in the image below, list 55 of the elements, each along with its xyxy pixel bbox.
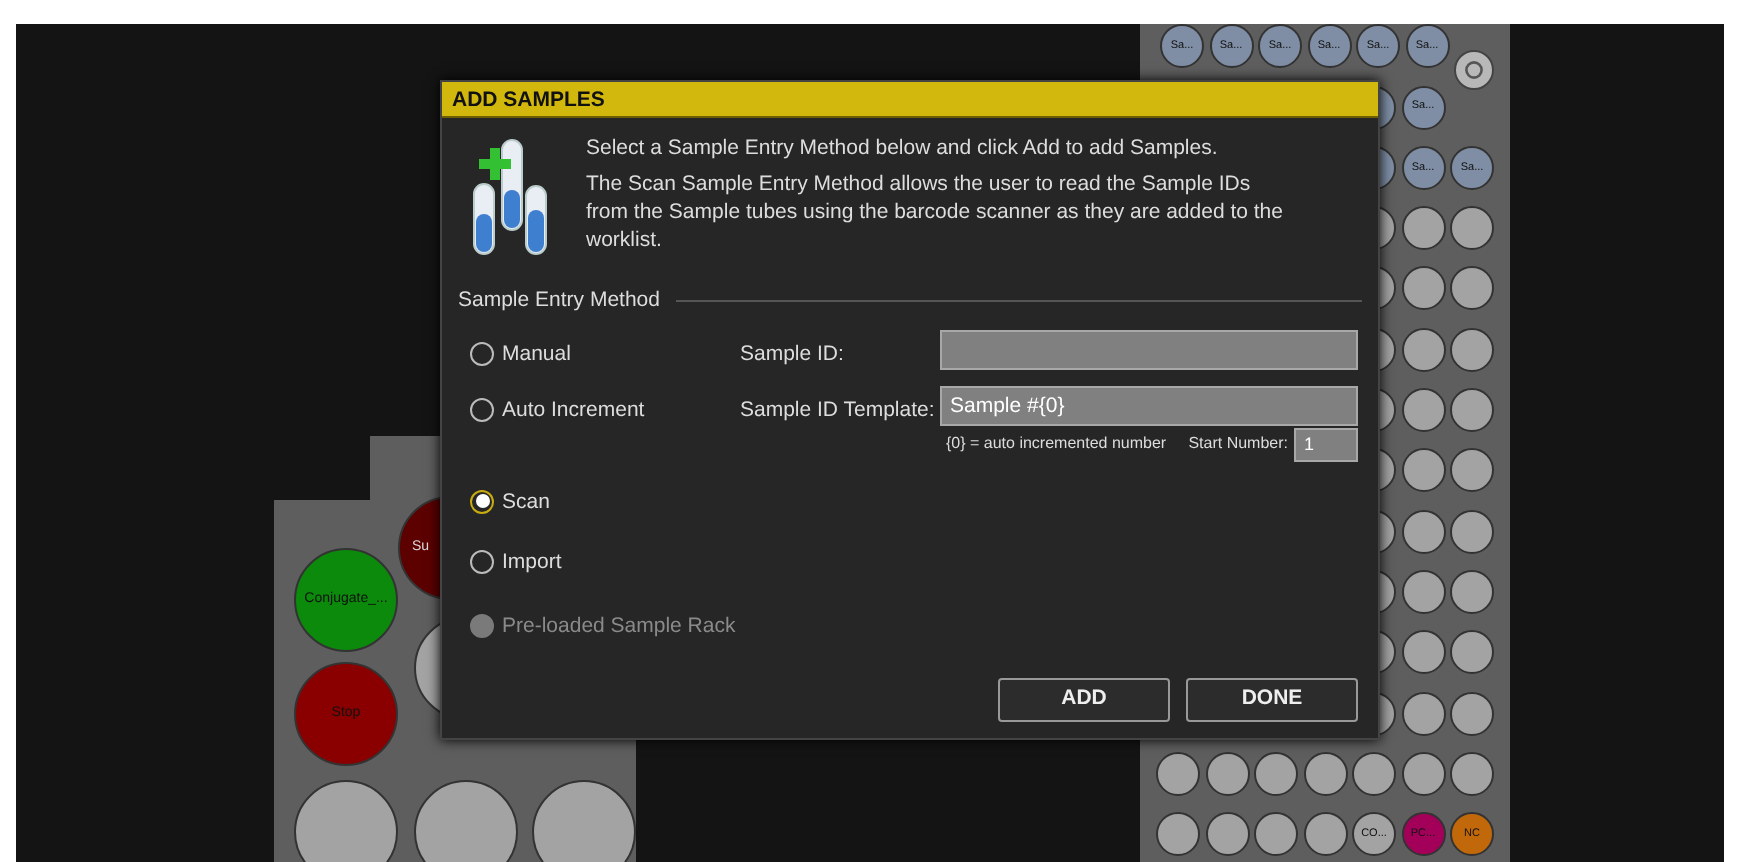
sample-well[interactable] <box>1401 509 1445 554</box>
option-label[interactable]: Auto Increment <box>502 397 645 422</box>
field-label: Start Number: <box>1188 432 1288 457</box>
sample-well[interactable] <box>294 780 398 862</box>
sample-well[interactable] <box>1401 327 1445 372</box>
field-label: Sample ID Template: <box>740 397 935 422</box>
sample-well[interactable] <box>1401 751 1445 796</box>
sample-well[interactable] <box>1401 569 1445 614</box>
sample-well[interactable] <box>1205 751 1249 796</box>
sample-well[interactable] <box>1450 569 1494 614</box>
sample-well[interactable] <box>1450 691 1494 736</box>
sample-well[interactable] <box>1401 388 1445 433</box>
sample-well[interactable] <box>1401 266 1445 311</box>
radio-button[interactable] <box>470 397 494 422</box>
sample-well[interactable] <box>1156 751 1200 796</box>
option-label[interactable]: Import <box>502 549 562 574</box>
sample-well[interactable] <box>1254 812 1298 857</box>
sample-well[interactable] <box>1450 388 1494 433</box>
sample-well[interactable] <box>1156 812 1200 857</box>
sample-well[interactable] <box>1303 751 1347 796</box>
template-field[interactable]: Sample #{0} <box>940 385 1358 426</box>
start-number-field[interactable]: 1 <box>1294 427 1358 462</box>
description-text: The Scan Sample Entry Method allows the user to read the Sample IDs from the Sample tubes using the barcode scanner as they are added to the worklist. <box>586 170 1285 254</box>
sample-id-field[interactable] <box>940 329 1358 370</box>
sample-well[interactable] <box>532 780 636 862</box>
option-label[interactable]: Manual <box>502 341 571 366</box>
sample-well[interactable] <box>1450 509 1494 554</box>
sample-well[interactable] <box>1401 206 1445 251</box>
sample-well[interactable] <box>1401 448 1445 493</box>
radio-button[interactable] <box>470 489 494 514</box>
hint-text: {0} = auto incremented number <box>946 432 1167 457</box>
dialog-button[interactable]: DONE <box>1186 678 1358 722</box>
sample-well[interactable] <box>1450 266 1494 311</box>
option-label: Pre-loaded Sample Rack <box>502 613 736 638</box>
sample-well[interactable] <box>1450 630 1494 675</box>
sample-well[interactable] <box>1450 206 1494 251</box>
ring-icon[interactable] <box>1454 50 1494 91</box>
sample-well[interactable] <box>1254 751 1298 796</box>
section-title: Sample Entry Method <box>458 286 660 316</box>
sample-well[interactable] <box>1450 327 1494 372</box>
sample-well[interactable] <box>414 780 518 862</box>
sample-well[interactable] <box>1303 812 1347 857</box>
intro-text: Select a Sample Entry Method below and click Add to add Samples. <box>586 134 1220 162</box>
option-label[interactable]: Scan <box>502 489 550 514</box>
dialog-button[interactable]: ADD <box>998 678 1170 722</box>
sample-well[interactable] <box>1352 751 1396 796</box>
sample-well[interactable] <box>1450 448 1494 493</box>
sample-well[interactable] <box>1205 812 1249 857</box>
dialog-title: ADD SAMPLES <box>442 82 1378 118</box>
sample-well[interactable] <box>1450 751 1494 796</box>
sample-well[interactable] <box>1401 630 1445 675</box>
radio-button[interactable] <box>470 549 494 574</box>
radio-button[interactable] <box>470 341 494 366</box>
field-label: Sample ID: <box>740 341 844 366</box>
sample-well[interactable] <box>1401 691 1445 736</box>
